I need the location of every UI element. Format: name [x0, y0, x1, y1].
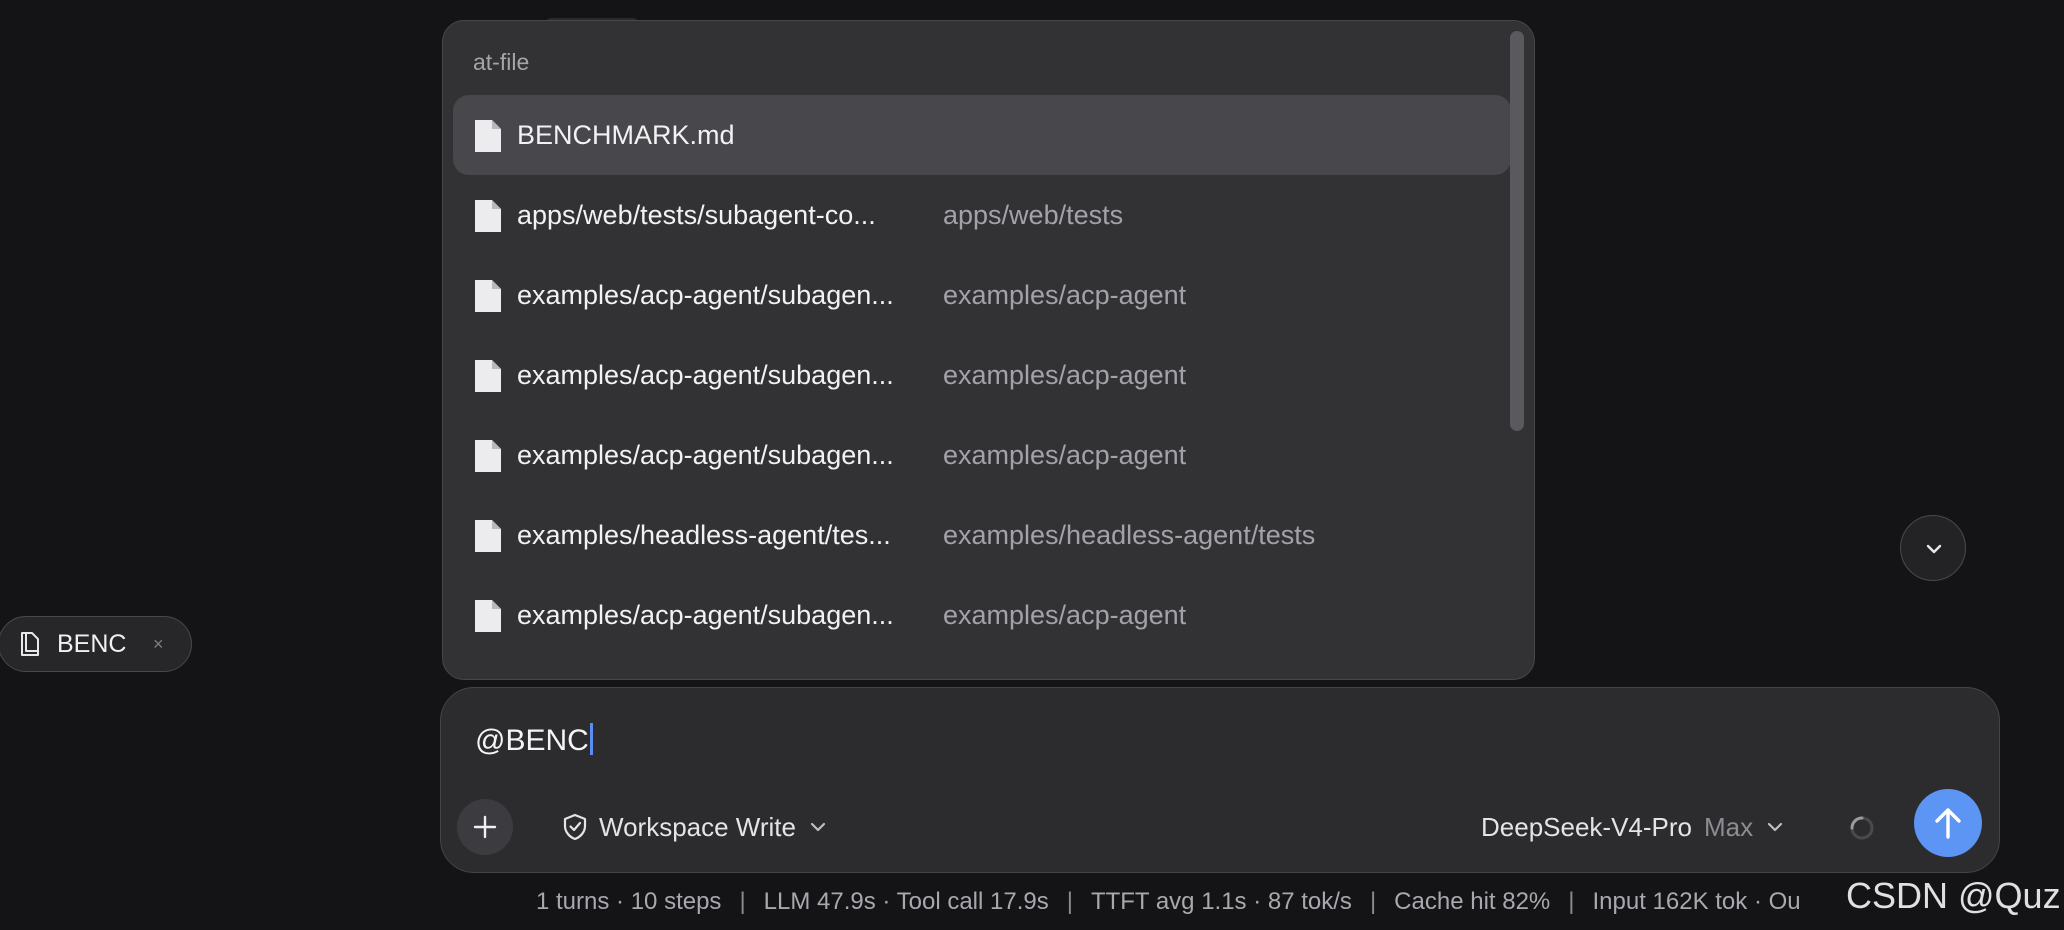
stat-input-tokens: Input 162K tok · Ou — [1592, 888, 1801, 915]
popup-title: at-file — [473, 49, 530, 75]
stat-llm-time: LLM 47.9s · Tool call 17.9s — [763, 888, 1049, 915]
permission-mode-label: Workspace Write — [599, 811, 796, 842]
file-icon — [475, 280, 501, 312]
stat-separator: | — [739, 888, 746, 915]
file-icon — [475, 360, 501, 392]
popup-scrollbar[interactable] — [1510, 31, 1524, 431]
stat-separator: | — [1066, 888, 1073, 915]
file-icon — [475, 520, 501, 552]
shield-check-icon — [563, 813, 587, 841]
stat-cache-hit: Cache hit 82% — [1394, 888, 1551, 915]
file-suggestion-list: BENCHMARK.md apps/web/tests/subagent-co.… — [453, 95, 1511, 655]
plus-icon — [473, 815, 497, 839]
file-icon — [475, 120, 501, 152]
file-suggestion-name: examples/acp-agent/subagen... — [517, 360, 894, 390]
file-suggestion-name: apps/web/tests/subagent-co... — [517, 200, 876, 230]
message-composer: @BENC Workspace Write DeepSeek-V4-Pro Ma… — [440, 687, 2000, 873]
file-suggestion-name: examples/headless-agent/tes... — [517, 520, 891, 550]
file-suggestion-path: examples/acp-agent — [943, 440, 1187, 470]
text-caret — [589, 723, 593, 755]
session-stats-bar: 1 turns · 10 steps | LLM 47.9s · Tool call… — [536, 884, 1801, 920]
file-suggestion-item[interactable]: examples/headless-agent/tes... examples/… — [453, 495, 1511, 575]
permission-mode-dropdown[interactable]: Workspace Write — [561, 801, 828, 853]
stat-ttft: TTFT avg 1.1s · 87 tok/s — [1090, 888, 1352, 915]
watermark: CSDN @Quz — [1846, 875, 2061, 916]
stat-separator: | — [1369, 888, 1377, 915]
chip-close-icon[interactable]: × — [153, 617, 164, 671]
file-suggestion-item[interactable]: examples/acp-agent/subagen... examples/a… — [453, 575, 1511, 655]
file-icon — [475, 200, 501, 232]
app-window: at-file BENCHMARK.md apps/web/tests/suba… — [0, 0, 2064, 930]
file-suggestion-item[interactable]: BENCHMARK.md — [453, 95, 1511, 175]
add-attachment-button[interactable] — [457, 799, 513, 855]
file-suggestion-path: examples/acp-agent — [943, 600, 1187, 630]
model-effort-label: Max — [1704, 811, 1754, 842]
model-selector-dropdown[interactable]: DeepSeek-V4-Pro Max — [1481, 801, 1785, 853]
file-suggestion-name: BENCHMARK.md — [517, 120, 735, 150]
file-icon — [475, 440, 501, 472]
chip-label: BENC — [57, 630, 127, 658]
file-suggestion-item[interactable]: examples/acp-agent/subagen... examples/a… — [453, 335, 1511, 415]
file-suggestion-item[interactable]: apps/web/tests/subagent-co... apps/web/t… — [453, 175, 1511, 255]
file-suggestion-path: examples/acp-agent — [943, 280, 1187, 310]
file-suggestion-item[interactable]: examples/acp-agent/subagen... examples/a… — [453, 415, 1511, 495]
file-suggestion-name: examples/acp-agent/subagen... — [517, 280, 894, 310]
stat-turns: 1 turns · 10 steps — [536, 888, 722, 915]
file-icon — [475, 600, 501, 632]
file-suggestion-path: apps/web/tests — [943, 200, 1124, 230]
file-suggestion-name: examples/acp-agent/subagen... — [517, 440, 894, 470]
send-button[interactable] — [1914, 789, 1982, 857]
chevron-down-icon — [1926, 544, 1942, 554]
scroll-to-bottom-button[interactable] — [1900, 515, 1966, 581]
message-input-value: @BENC — [475, 724, 589, 757]
loading-spinner-icon — [1850, 816, 1874, 840]
model-name: DeepSeek-V4-Pro — [1481, 811, 1692, 842]
arrow-up-icon — [1935, 808, 1961, 839]
chevron-down-icon — [1768, 822, 1783, 832]
stat-separator: | — [1568, 888, 1575, 915]
file-icon — [21, 632, 39, 656]
chevron-down-icon — [810, 822, 826, 832]
at-file-popup: at-file BENCHMARK.md apps/web/tests/suba… — [442, 20, 1535, 680]
file-suggestion-path: examples/acp-agent — [943, 360, 1187, 390]
file-suggestion-name: examples/acp-agent/subagen... — [517, 600, 894, 630]
file-attachment-chip[interactable]: BENC × — [0, 616, 192, 672]
file-suggestion-path: examples/headless-agent/tests — [943, 520, 1316, 550]
file-suggestion-item[interactable]: examples/acp-agent/subagen... examples/a… — [453, 255, 1511, 335]
message-input[interactable]: @BENC — [475, 716, 593, 766]
